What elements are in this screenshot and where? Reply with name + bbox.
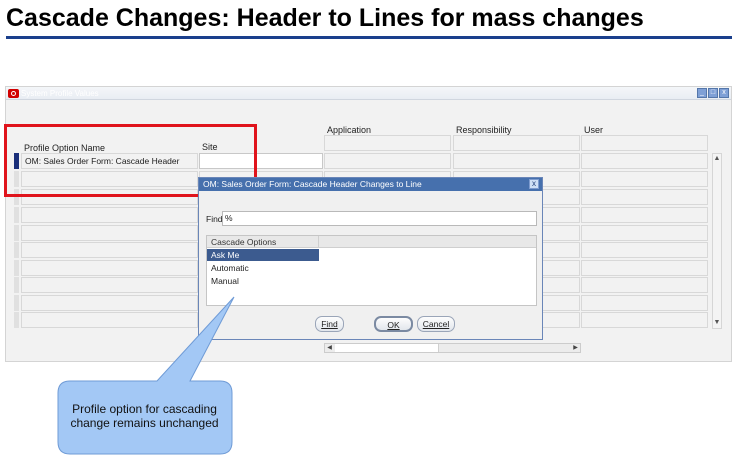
callout-text: Profile option for cascading change rema… xyxy=(70,402,219,430)
callout-shape xyxy=(57,296,235,455)
